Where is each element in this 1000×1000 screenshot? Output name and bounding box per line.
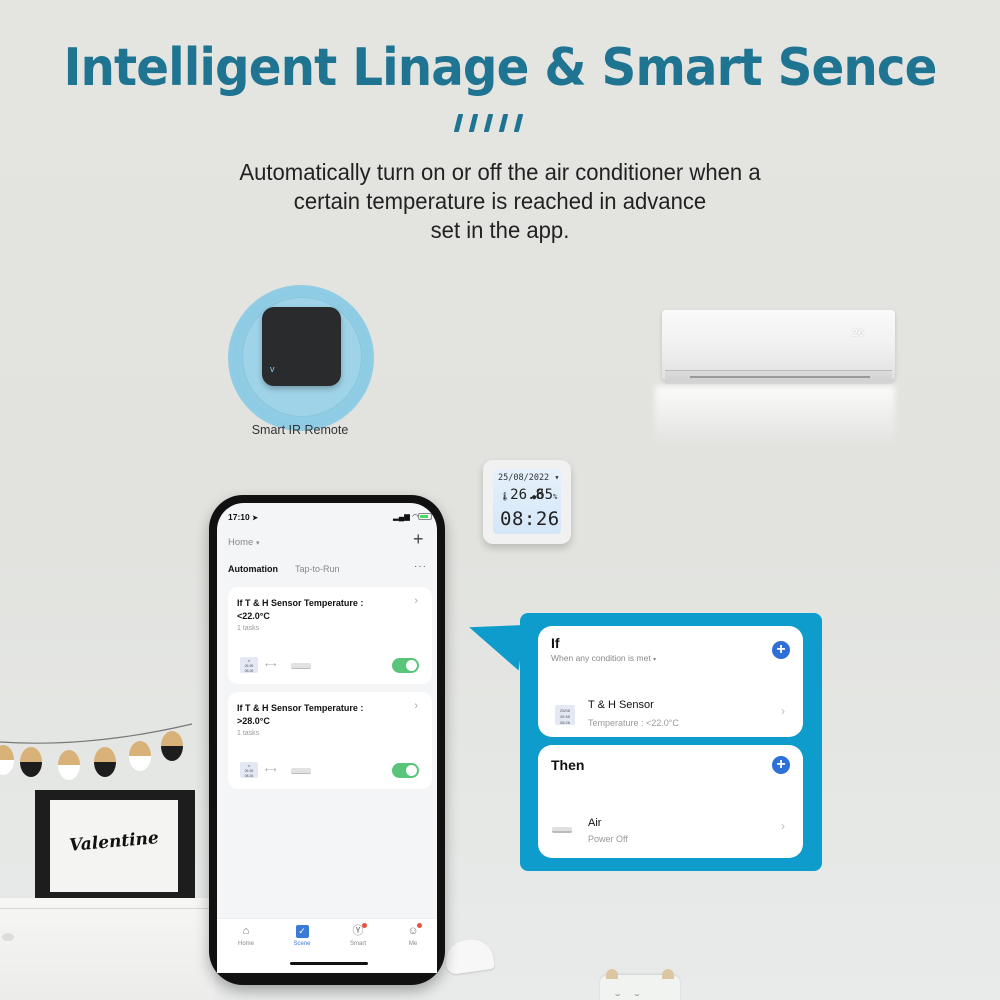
more-options-button[interactable]: ··· [414, 561, 427, 572]
signal-icon: ▂▄▆ [393, 512, 410, 521]
add-condition-button[interactable]: + [772, 641, 790, 659]
thermo-humidity: ●65% [532, 487, 557, 503]
link-arrow-icon: ⟷ [265, 765, 277, 774]
sensor-device-icon: ▪▪ 26 65 08:26 [240, 657, 258, 673]
callout-pointer [464, 617, 525, 671]
garland-bead [58, 750, 80, 780]
tabbar-item-home[interactable]: ⌂ Home [226, 925, 266, 947]
tabbar-item-scene[interactable]: ✓ Scene [282, 925, 322, 947]
home-indicator[interactable] [290, 962, 368, 965]
garland-bead [129, 741, 151, 771]
ac-airflow [655, 386, 895, 446]
thermo-date-value: 25/08/2022 [498, 473, 550, 483]
notification-badge [361, 923, 367, 928]
action-device-name: Air [588, 817, 602, 829]
chevron-down-icon: ▾ [653, 657, 657, 663]
description-line: set in the app. [430, 217, 570, 243]
thermo-humidity-unit: % [553, 493, 558, 501]
tabbar-item-smart[interactable]: Ⓨ Smart [338, 923, 378, 947]
tabbar-label: Me [408, 941, 418, 947]
condition-device-name: T & H Sensor [588, 699, 654, 711]
home-selector[interactable]: Home ▾ [228, 537, 260, 548]
sensor-device-icon: ▪▪ 26 65 08:26 [240, 762, 258, 778]
chevron-right-icon: › [414, 595, 418, 607]
dresser [0, 898, 215, 1000]
status-icons: ▂▄▆ ◠ [393, 512, 419, 521]
plus-icon: + [413, 529, 424, 549]
tabbar-item-me[interactable]: ☺ Me [393, 923, 433, 947]
desk-lamp [443, 936, 495, 976]
decorative-slashes [452, 112, 532, 138]
thermo-date: 25/08/2022 ▾ [498, 473, 559, 483]
dresser-edge [0, 908, 215, 909]
status-time-value: 17:10 [228, 512, 250, 522]
ir-remote-label: Smart IR Remote [251, 423, 349, 437]
automation-enable-toggle[interactable] [392, 658, 419, 673]
then-heading: Then [551, 757, 585, 773]
add-action-button[interactable]: + [772, 756, 790, 774]
status-time: 17:10 ➤ [228, 512, 258, 522]
automation-card[interactable]: If T & H Sensor Temperature : <22.0°C 1 … [228, 587, 432, 684]
ir-remote-logo-icon: v [270, 364, 275, 374]
home-selector-label: Home [228, 537, 254, 548]
chevron-right-icon: › [414, 700, 418, 712]
condition-mode-dropdown[interactable]: When any condition is met ▾ [551, 653, 656, 663]
air-conditioner-device-icon [552, 827, 572, 833]
wifi-icon: ▾ [554, 473, 560, 483]
air-conditioner-device-icon [291, 768, 311, 774]
smart-icon: Ⓨ [352, 923, 367, 938]
chevron-down-icon: ▾ [255, 540, 260, 547]
location-arrow-icon: ➤ [252, 515, 258, 522]
ir-remote-device [262, 307, 341, 386]
automation-card[interactable]: If T & H Sensor Temperature : >28.0°C 1 … [228, 692, 432, 789]
battery-icon [418, 513, 432, 520]
home-icon: ⌂ [242, 925, 250, 937]
tabbar-label: Scene [293, 941, 311, 947]
automation-task-count: 1 tasks [237, 730, 260, 737]
condition-mode-label: When any condition is met [551, 653, 651, 663]
scene-check-icon: ✓ [295, 925, 309, 938]
description-line: certain temperature is reached in advanc… [293, 188, 707, 214]
profile-icon: ☺ [407, 923, 422, 938]
link-arrow-icon: ⟷ [265, 660, 277, 669]
plus-icon: + [776, 756, 786, 773]
garland-bead [0, 745, 14, 775]
description: Automatically turn on or off the air con… [20, 158, 980, 245]
tabbar-label: Smart [349, 941, 366, 947]
sensor-device-icon: 25/08 26 65 08:26 [555, 705, 575, 725]
action-value: Power Off [588, 834, 628, 844]
thermometer-icon: 🌡︎ [500, 492, 511, 501]
automation-title: If T & H Sensor Temperature : <22.0°C [237, 598, 364, 621]
ac-display: 26 [852, 328, 865, 339]
plus-icon: + [776, 641, 786, 658]
garland-bead [161, 731, 183, 761]
ac-vent-louver [690, 376, 870, 378]
air-conditioner-device-icon [291, 663, 311, 669]
if-heading: If [551, 635, 560, 651]
description-line: Automatically turn on or off the air con… [239, 159, 761, 185]
thermo-humidity-value: 65 [536, 487, 554, 503]
tabbar-label: Home [237, 941, 254, 947]
thermo-time: 08:26 [500, 508, 560, 530]
garland-bead [20, 747, 42, 777]
garland-bead [94, 747, 116, 777]
automation-title: If T & H Sensor Temperature : >28.0°C [237, 703, 364, 726]
cat-eyes: ⌣⌣ [615, 990, 654, 999]
tab-automation[interactable]: Automation [228, 564, 278, 574]
page-title: Intelligent Linage & Smart Sence [63, 38, 937, 98]
then-panel: Then + Air Power Off › [538, 745, 803, 858]
automation-task-count: 1 tasks [237, 625, 260, 632]
notification-badge [416, 923, 422, 928]
tab-tap-to-run[interactable]: Tap-to-Run [295, 564, 340, 574]
dresser-knob [2, 933, 14, 941]
ellipsis-icon: ··· [414, 561, 427, 572]
add-scene-button[interactable]: + [413, 530, 424, 548]
chevron-right-icon: › [781, 819, 785, 833]
condition-value: Temperature : <22.0°C [588, 718, 679, 728]
automation-enable-toggle[interactable] [392, 763, 419, 778]
if-panel: If When any condition is met ▾ + 25/08 26… [538, 626, 803, 737]
chevron-right-icon: › [781, 704, 785, 718]
